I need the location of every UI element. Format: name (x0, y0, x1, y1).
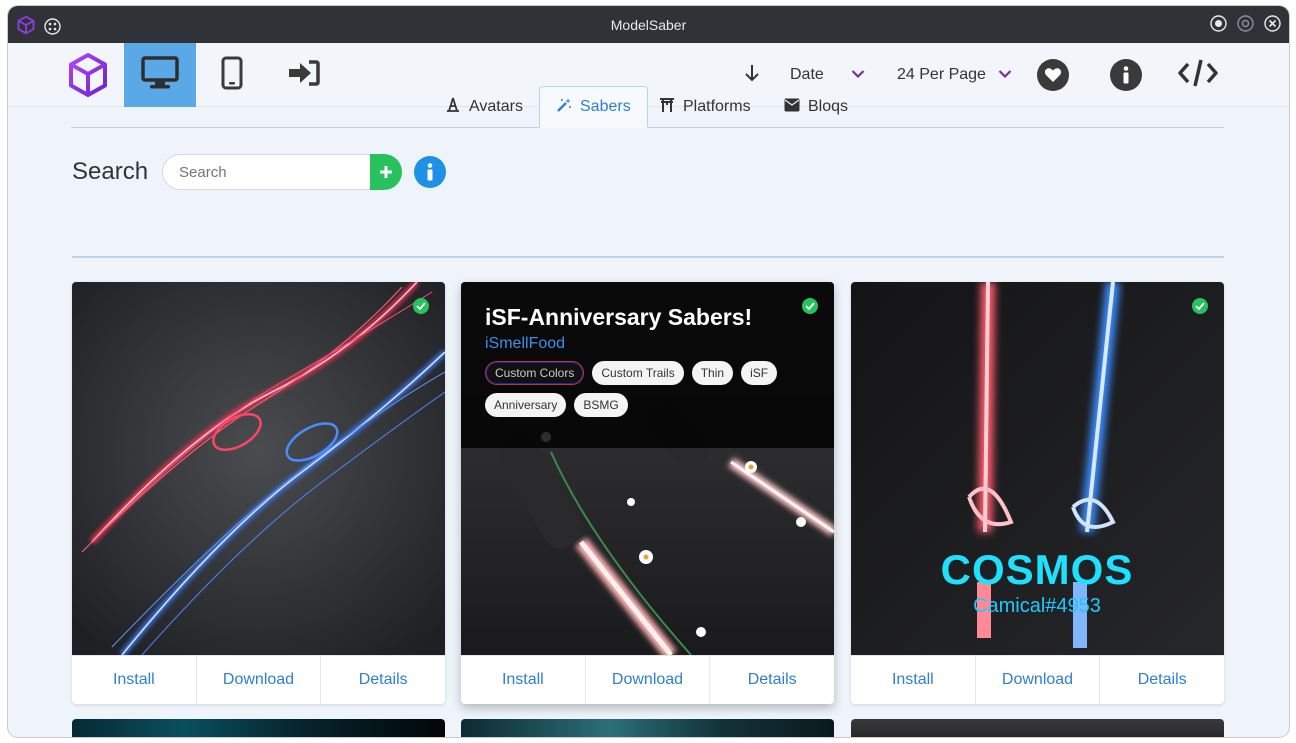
minimize-icon[interactable] (1210, 15, 1227, 32)
approved-check-icon (1192, 298, 1208, 314)
tag-chip[interactable]: BSMG (574, 393, 628, 417)
saber-card: iSF-Anniversary Sabers! iSmellFood Custo… (461, 282, 834, 704)
tab-avatars[interactable]: Avatars (445, 86, 523, 128)
envelope-icon (784, 98, 800, 117)
add-filter-button[interactable] (370, 154, 403, 190)
sort-field-label: Date (790, 66, 824, 83)
card-actions: Install Download Details (851, 655, 1224, 704)
saber-title: iSF-Anniversary Sabers! (485, 304, 753, 330)
details-button[interactable]: Details (321, 656, 445, 704)
search-help-button[interactable] (414, 156, 447, 188)
window-title: ModelSaber (610, 16, 687, 33)
close-icon[interactable] (1264, 15, 1281, 32)
per-page-label: 24 Per Page (897, 66, 986, 83)
tab-sabers[interactable]: Sabers (539, 86, 648, 128)
cosmos-image-title: COSMOS (941, 546, 1134, 593)
approved-check-icon (802, 298, 818, 314)
saber-card: COSMOS Camical#4953 Install Download Det… (851, 282, 1224, 704)
saber-card-partial[interactable] (851, 719, 1224, 737)
saber-card: Install Download Details (72, 282, 445, 704)
category-tabs: Avatars Sabers Platforms Bloqs (71, 86, 1224, 128)
tab-label: Platforms (683, 98, 751, 115)
arrow-down-icon (744, 64, 760, 87)
install-button[interactable]: Install (72, 656, 197, 704)
avatar-icon (445, 97, 461, 118)
maximize-icon[interactable] (1237, 15, 1254, 32)
install-button[interactable]: Install (461, 656, 586, 704)
download-button[interactable]: Download (976, 656, 1101, 704)
card-info-overlay: iSF-Anniversary Sabers! iSmellFood Custo… (461, 282, 834, 448)
saber-thumbnail[interactable] (72, 282, 445, 655)
details-button[interactable]: Details (1100, 656, 1224, 704)
tag-chip[interactable]: Anniversary (485, 393, 567, 417)
tab-label: Avatars (469, 98, 523, 115)
tab-platforms[interactable]: Platforms (659, 86, 751, 128)
download-button[interactable]: Download (197, 656, 322, 704)
torii-gate-icon (659, 97, 675, 118)
tab-label: Sabers (580, 98, 631, 115)
tab-label: Bloqs (808, 98, 849, 115)
tag-chip[interactable]: Custom Colors (485, 361, 585, 385)
search-bar: Search (72, 154, 447, 190)
app-logo-icon (16, 15, 36, 38)
tag-chip[interactable]: Custom Trails (592, 361, 684, 385)
app-window: ModelSaber Date 24 Per Page Avatars Sabe… (8, 6, 1289, 737)
card-actions: Install Download Details (72, 655, 445, 704)
section-divider (72, 256, 1224, 258)
info-icon (427, 163, 433, 181)
magic-wand-icon (556, 97, 572, 118)
tag-chip[interactable]: iSF (741, 361, 778, 385)
saber-card-partial[interactable] (72, 719, 445, 737)
install-button[interactable]: Install (851, 656, 976, 704)
details-button[interactable]: Details (710, 656, 834, 704)
saber-card-partial[interactable] (461, 719, 834, 737)
search-input[interactable] (162, 154, 371, 190)
tab-bloqs[interactable]: Bloqs (784, 86, 848, 128)
approved-check-icon (413, 298, 429, 314)
plus-icon (380, 166, 393, 178)
cosmos-image-subtitle: Camical#4953 (973, 595, 1101, 617)
tag-list: Custom Colors Custom Trails Thin iSF Ann… (485, 361, 805, 417)
window-menu-icon[interactable] (44, 18, 61, 35)
saber-thumbnail[interactable]: COSMOS Camical#4953 (851, 282, 1224, 655)
tag-chip[interactable]: Thin (691, 361, 734, 385)
search-title: Search (72, 158, 149, 185)
title-bar: ModelSaber (8, 6, 1289, 43)
card-actions: Install Download Details (461, 655, 834, 704)
download-button[interactable]: Download (586, 656, 711, 704)
chevron-down-icon (851, 66, 865, 84)
chevron-down-icon (998, 66, 1012, 84)
saber-author-link[interactable]: iSmellFood (485, 335, 810, 353)
